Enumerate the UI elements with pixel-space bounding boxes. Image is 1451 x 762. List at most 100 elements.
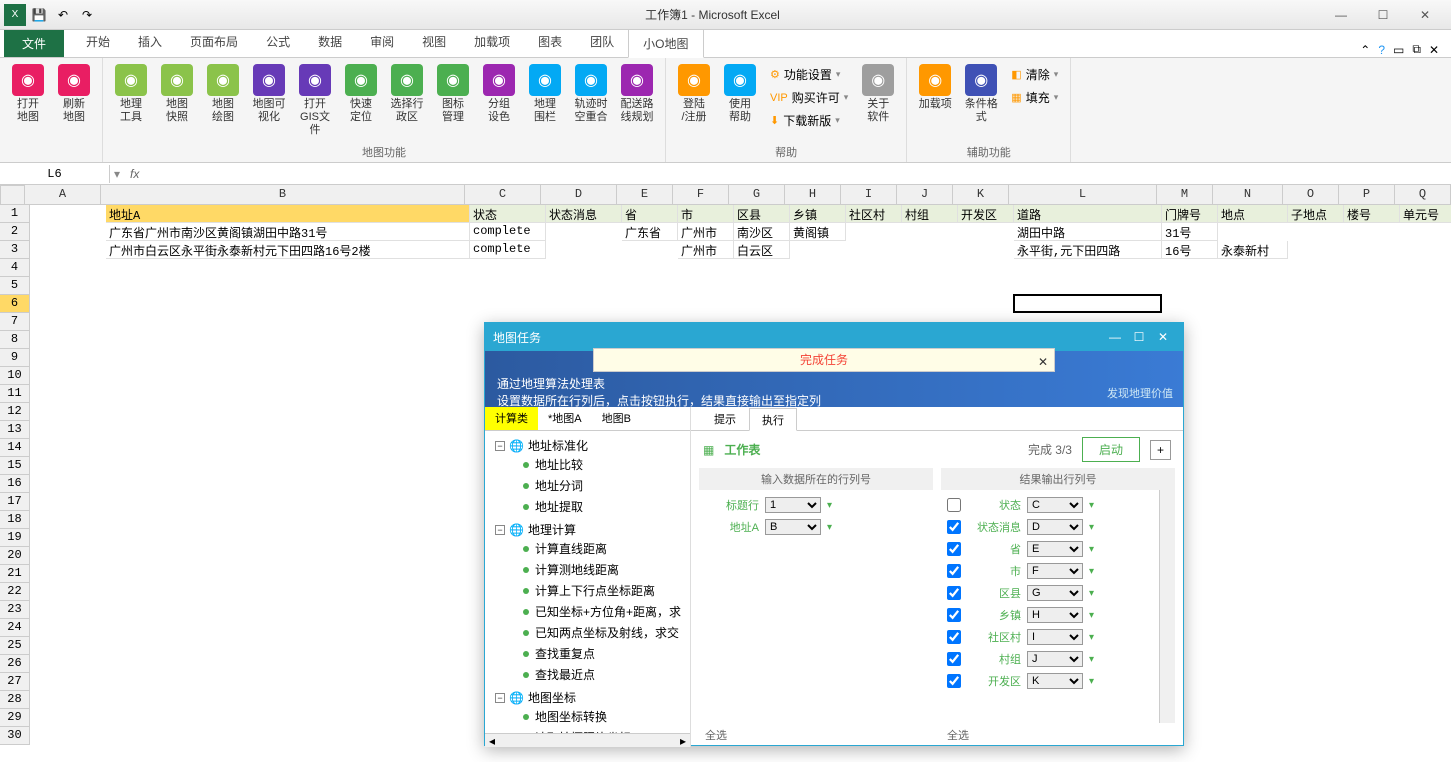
row-header[interactable]: 5 <box>0 277 30 295</box>
field-select[interactable]: D <box>1027 519 1083 535</box>
ribbon-button[interactable]: ◉条件格式 <box>959 62 1003 142</box>
cell[interactable]: 地点 <box>1218 205 1288 223</box>
col-header[interactable]: J <box>897 185 953 205</box>
field-checkbox[interactable] <box>947 564 961 578</box>
ribbon-small-button[interactable]: ◧清除▾ <box>1007 64 1062 85</box>
left-tab[interactable]: *地图A <box>538 407 592 430</box>
ribbon-tab[interactable]: 数据 <box>304 28 356 57</box>
row-header[interactable]: 27 <box>0 673 30 691</box>
tree-leaf[interactable]: 计算直线距离 <box>493 538 686 559</box>
fx-icon[interactable]: fx <box>130 167 139 181</box>
row-header[interactable]: 24 <box>0 619 30 637</box>
cell[interactable]: 乡镇 <box>790 205 846 223</box>
cell[interactable]: 广东省 <box>622 223 678 241</box>
row-header[interactable]: 18 <box>0 511 30 529</box>
row-header[interactable]: 6 <box>0 295 30 313</box>
field-select[interactable]: C <box>1027 497 1083 513</box>
cell[interactable]: 子地点 <box>1288 205 1344 223</box>
expander-icon[interactable]: − <box>495 525 505 535</box>
col-header[interactable]: G <box>729 185 785 205</box>
row-header[interactable]: 22 <box>0 583 30 601</box>
dd-icon[interactable]: ▾ <box>827 522 832 533</box>
cell[interactable]: 31号 <box>1162 223 1218 241</box>
ribbon-button[interactable]: ◉打开 GIS文件 <box>293 62 337 142</box>
row-header[interactable]: 2 <box>0 223 30 241</box>
start-button[interactable]: 启动 <box>1082 437 1140 462</box>
cell[interactable]: 单元号 <box>1400 205 1451 223</box>
ribbon-button[interactable]: ◉地图 绘图 <box>201 62 245 142</box>
tree-leaf[interactable]: 地址比较 <box>493 454 686 475</box>
dialog-max-icon[interactable]: ☐ <box>1127 330 1151 344</box>
row-header[interactable]: 13 <box>0 421 30 439</box>
cell[interactable]: 状态消息 <box>546 205 622 223</box>
dd-icon[interactable]: ▾ <box>1089 676 1094 687</box>
col-header[interactable]: Q <box>1395 185 1451 205</box>
cell[interactable]: 社区村 <box>846 205 902 223</box>
ribbon-small-button[interactable]: ⚙功能设置▾ <box>766 64 852 85</box>
field-select[interactable]: F <box>1027 563 1083 579</box>
output-vscroll[interactable] <box>1159 490 1175 723</box>
ribbon-small-button[interactable]: ⬇下载新版▾ <box>766 110 852 131</box>
dd-icon[interactable]: ▾ <box>827 500 832 511</box>
ribbon-button[interactable]: ◉地理 工具 <box>109 62 153 142</box>
ribbon-tab[interactable]: 公式 <box>252 28 304 57</box>
ribbon-tab[interactable]: 小O地图 <box>628 29 703 58</box>
redo-icon[interactable]: ↷ <box>76 4 98 26</box>
ribbon-button[interactable]: ◉配送路 线规划 <box>615 62 659 142</box>
tree-leaf[interactable]: 已知坐标+方位角+距离，求 <box>493 601 686 622</box>
ribbon-button[interactable]: ◉分组 设色 <box>477 62 521 142</box>
ribbon-button[interactable]: ◉加载项 <box>913 62 957 142</box>
tree-leaf[interactable]: 已知两点坐标及射线，求交 <box>493 622 686 643</box>
ribbon-button[interactable]: ◉轨迹时 空重合 <box>569 62 613 142</box>
col-header[interactable]: L <box>1009 185 1157 205</box>
field-checkbox[interactable] <box>947 586 961 600</box>
cell[interactable]: 广东省广州市南沙区黄阁镇湖田中路31号 <box>106 223 470 241</box>
cell[interactable]: 道路 <box>1014 205 1162 223</box>
col-header[interactable]: D <box>541 185 617 205</box>
row-header[interactable]: 30 <box>0 727 30 745</box>
save-icon[interactable]: 💾 <box>28 4 50 26</box>
cell[interactable]: 开发区 <box>958 205 1014 223</box>
col-header[interactable]: H <box>785 185 841 205</box>
tree-leaf[interactable]: 查找最近点 <box>493 664 686 685</box>
cell[interactable]: 黄阁镇 <box>790 223 846 241</box>
tree-leaf[interactable]: 地图坐标转换 <box>493 706 686 727</box>
formula-input[interactable] <box>147 167 1445 181</box>
row-header[interactable]: 11 <box>0 385 30 403</box>
field-checkbox[interactable] <box>947 498 961 512</box>
row-header[interactable]: 14 <box>0 439 30 457</box>
expander-icon[interactable]: − <box>495 693 505 703</box>
cell[interactable]: 省 <box>622 205 678 223</box>
tree-leaf[interactable]: 查找重复点 <box>493 643 686 664</box>
row-header[interactable]: 15 <box>0 457 30 475</box>
ribbon-tab[interactable]: 开始 <box>72 28 124 57</box>
right-select-all[interactable]: 全选 <box>941 723 1175 747</box>
ribbon-tab[interactable]: 团队 <box>576 28 628 57</box>
dd-icon[interactable]: ▾ <box>1089 632 1094 643</box>
dd-icon[interactable]: ▾ <box>1089 566 1094 577</box>
cell[interactable]: 永平街,元下田四路 <box>1014 241 1162 259</box>
field-checkbox[interactable] <box>947 542 961 556</box>
tree-parent[interactable]: −🌐地址标准化 <box>493 437 686 454</box>
field-checkbox[interactable] <box>947 674 961 688</box>
ribbon-tab[interactable]: 页面布局 <box>176 28 252 57</box>
cell[interactable]: complete <box>470 223 546 241</box>
cell[interactable]: 楼号 <box>1344 205 1400 223</box>
col-header[interactable]: K <box>953 185 1009 205</box>
ribbon-button[interactable]: ◉使用 帮助 <box>718 62 762 142</box>
cell[interactable]: 广州市 <box>678 223 734 241</box>
tree-hscroll[interactable]: ◂▸ <box>485 733 690 747</box>
row-header[interactable]: 16 <box>0 475 30 493</box>
ribbon-tab[interactable]: 图表 <box>524 28 576 57</box>
ribbon-x-icon[interactable]: ✕ <box>1429 43 1439 57</box>
ribbon-min-icon[interactable]: ⌃ <box>1360 43 1370 57</box>
ribbon-button[interactable]: ◉关于 软件 <box>856 62 900 142</box>
row-header[interactable]: 1 <box>0 205 30 223</box>
row-header[interactable]: 10 <box>0 367 30 385</box>
left-tab[interactable]: 计算类 <box>485 407 538 430</box>
row-header[interactable]: 3 <box>0 241 30 259</box>
row-header[interactable]: 28 <box>0 691 30 709</box>
row-header[interactable]: 25 <box>0 637 30 655</box>
help-icon[interactable]: ? <box>1378 43 1385 57</box>
col-header[interactable]: C <box>465 185 541 205</box>
